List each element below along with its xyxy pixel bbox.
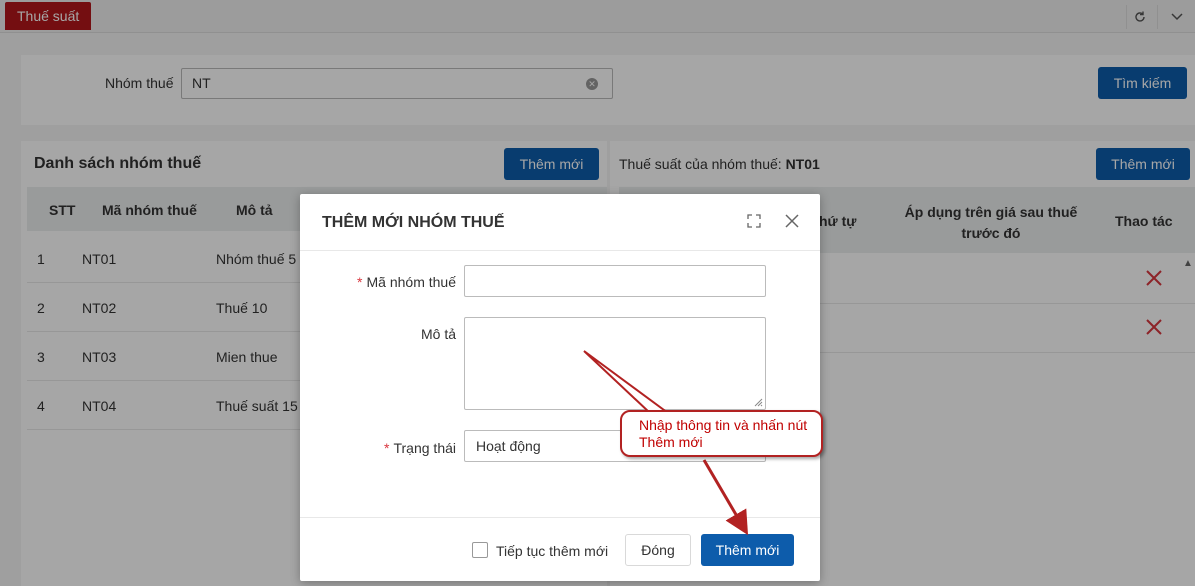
annotation-callout: Nhập thông tin và nhấn nút Thêm mới (620, 410, 823, 457)
annotation-arrows (583, 350, 749, 536)
callout-pointer (583, 350, 672, 414)
arrow-to-submit (702, 459, 749, 536)
